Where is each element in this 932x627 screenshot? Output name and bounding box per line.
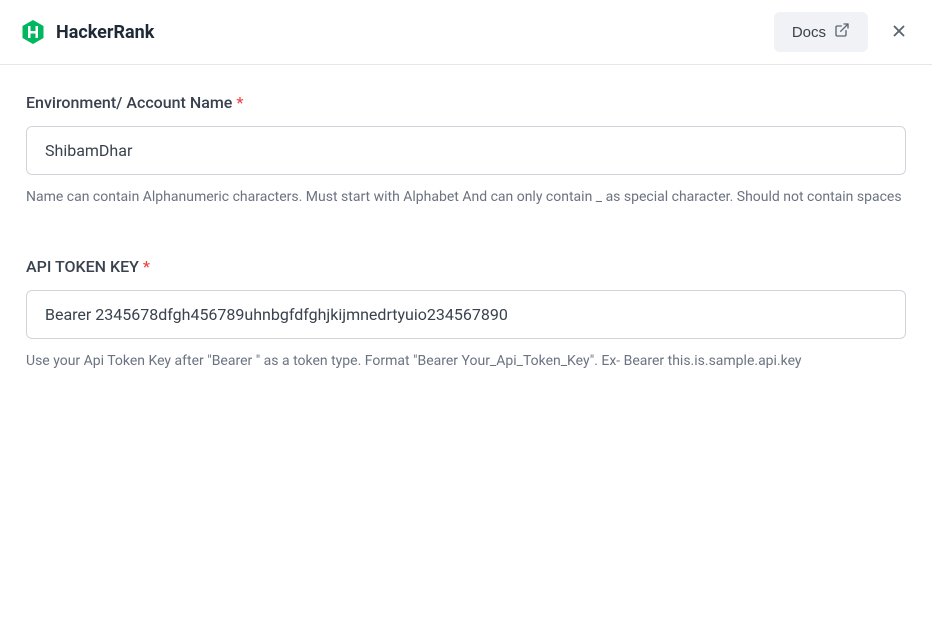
env-name-label-text: Environment/ Account Name: [26, 93, 232, 112]
env-name-helper: Name can contain Alphanumeric characters…: [26, 187, 906, 209]
form-content: Environment/ Account Name * Name can con…: [0, 65, 932, 448]
close-icon: [890, 22, 908, 43]
env-name-label: Environment/ Account Name *: [26, 93, 906, 112]
docs-button[interactable]: Docs: [774, 12, 868, 52]
api-token-label-text: API TOKEN KEY: [26, 257, 139, 276]
close-button[interactable]: [886, 18, 912, 47]
required-indicator: *: [143, 257, 150, 276]
env-name-input[interactable]: [26, 126, 906, 175]
docs-label: Docs: [792, 24, 826, 41]
hackerrank-logo-icon: [20, 19, 46, 45]
header: HackerRank Docs: [0, 0, 932, 65]
env-name-group: Environment/ Account Name * Name can con…: [26, 93, 906, 209]
external-link-icon: [834, 22, 850, 42]
required-indicator: *: [236, 93, 243, 112]
api-token-helper: Use your Api Token Key after "Bearer " a…: [26, 351, 906, 373]
api-token-input[interactable]: [26, 290, 906, 339]
api-token-group: API TOKEN KEY * Use your Api Token Key a…: [26, 257, 906, 373]
header-actions: Docs: [774, 12, 912, 52]
api-token-label: API TOKEN KEY *: [26, 257, 906, 276]
brand-name: HackerRank: [56, 22, 154, 43]
brand: HackerRank: [20, 19, 154, 45]
